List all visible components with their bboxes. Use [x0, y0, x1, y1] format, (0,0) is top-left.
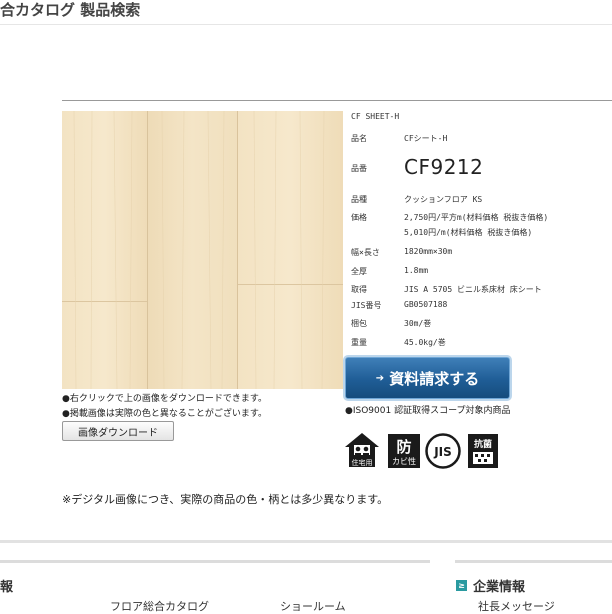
spec-label: 幅×長さ: [351, 248, 380, 257]
spec-label: 取得: [351, 285, 367, 294]
spec-value: 45.0kg/巻: [404, 338, 446, 347]
title-divider: [0, 24, 612, 25]
spec-value: 1.8mm: [404, 266, 429, 275]
product-number: CF9212: [404, 155, 484, 179]
jis-mark-icon: JIS: [424, 432, 461, 470]
request-materials-button[interactable]: ➔ 資料請求する: [345, 357, 510, 399]
bou-glyph: 防: [396, 438, 411, 456]
spec-value: クッションフロア KS: [404, 195, 483, 204]
footer-heading-company: ≥ 企業情報: [456, 576, 525, 595]
spec-label: 重量: [351, 338, 367, 347]
house-use-label: 住宅用: [352, 458, 373, 467]
image-download-button[interactable]: 画像ダウンロード: [62, 421, 174, 441]
spec-value: CFシート-H: [404, 134, 448, 143]
iso-note: ●ISO9001 認証取得スコープ対象内商品: [345, 406, 511, 416]
content-top-rule: [62, 100, 612, 101]
spec-label: 全厚: [351, 267, 367, 276]
jis-label: JIS: [433, 445, 452, 459]
spec-label: 品名: [351, 134, 367, 143]
color-difference-note: ●掲載画像は実際の色と異なることがございます。: [62, 409, 267, 419]
spec-value: GB0507188: [404, 300, 448, 309]
house-use-icon: 住宅用: [344, 432, 380, 470]
page-title: 合カタログ 製品検索: [0, 1, 141, 19]
antibacterial-label: 抗菌: [474, 438, 492, 450]
footer-section-rule-left: [0, 560, 430, 563]
mold-resistant-icon: 防 カビ性: [386, 432, 422, 470]
product-series-label: CF SHEET-H: [351, 112, 400, 121]
company-info-label: 企業情報: [473, 580, 526, 595]
request-materials-label: 資料請求する: [389, 369, 480, 388]
spec-value: JIS A 5705 ビニル系床材 床シート: [404, 285, 542, 294]
spec-value: 30m/巻: [404, 319, 432, 328]
spec-value: 1820mm×30m: [404, 247, 453, 256]
footer-divider: [0, 540, 612, 543]
mold-label: カビ性: [392, 456, 416, 466]
spec-label: 梱包: [351, 319, 367, 328]
footer-heading-left: 報: [0, 580, 14, 595]
right-click-note: ●右クリックで上の画像をダウンロードできます。: [62, 394, 267, 404]
product-sample-image[interactable]: [62, 111, 343, 389]
arrow-right-icon: ➔: [375, 372, 385, 384]
spec-value: 5,010円/m(材料価格 税抜き価格): [404, 228, 533, 237]
digital-image-disclaimer: ※デジタル画像につき、実際の商品の色・柄とは多少異なります。: [62, 493, 389, 506]
spec-label: 品種: [351, 195, 367, 204]
chevron-right-icon: ≥: [456, 580, 467, 591]
spec-value: 2,750円/平方m(材料価格 税抜き価格): [404, 213, 549, 222]
antibacterial-icon: 抗菌: [466, 432, 502, 470]
spec-label: 価格: [351, 213, 367, 222]
spec-label: JIS番号: [351, 301, 382, 310]
spec-label: 品番: [351, 164, 367, 173]
footer-section-rule-right: [455, 560, 612, 563]
